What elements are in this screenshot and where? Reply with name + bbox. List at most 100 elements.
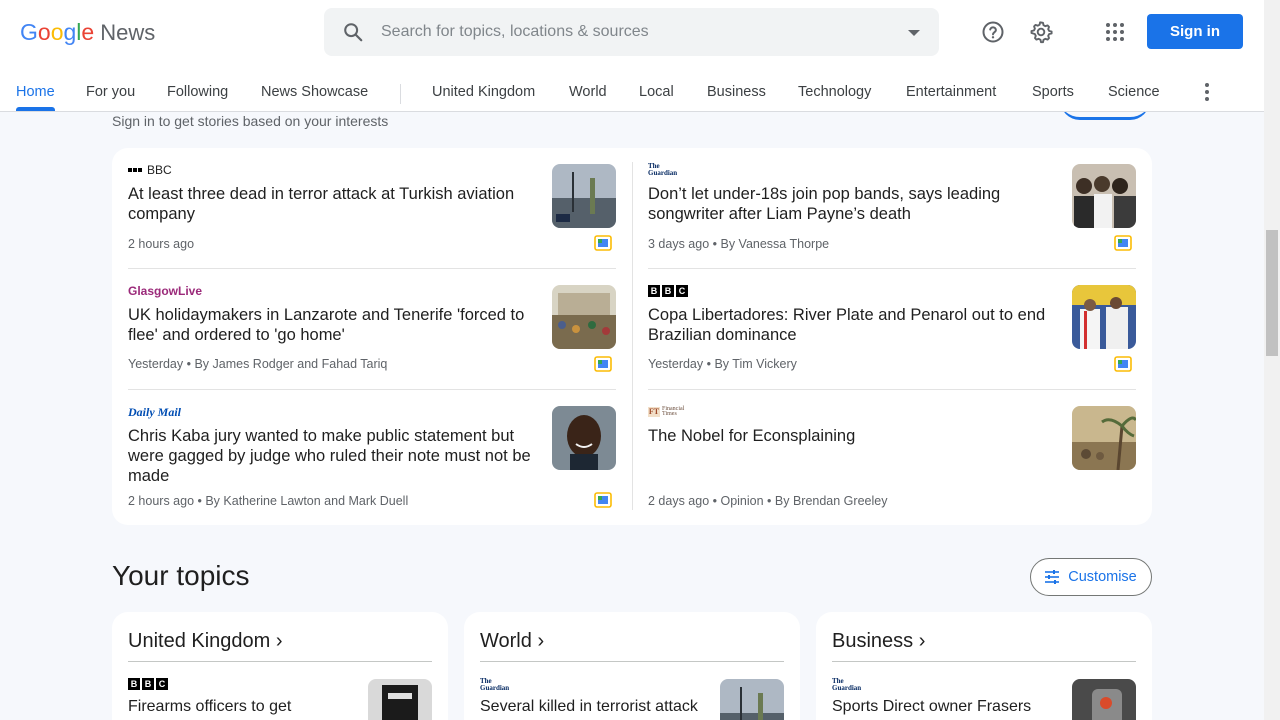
chevron-right-icon: › bbox=[275, 630, 283, 652]
apps-button[interactable] bbox=[1099, 16, 1131, 48]
logo-news-text: News bbox=[100, 20, 156, 45]
nav-divider bbox=[400, 84, 401, 104]
story-headline[interactable]: UK holidaymakers in Lanzarote and Teneri… bbox=[128, 305, 538, 345]
source-name: Daily Mail bbox=[128, 404, 181, 419]
full-coverage-icon[interactable] bbox=[594, 356, 612, 372]
tab-following[interactable]: Following bbox=[167, 84, 228, 100]
topic-card-united-kingdom: United Kingdom › BBC Firearms officers t… bbox=[112, 612, 448, 720]
story-thumbnail[interactable] bbox=[1072, 406, 1136, 470]
gear-icon bbox=[1030, 21, 1053, 44]
story-item[interactable]: Daily Mail Chris Kaba jury wanted to mak… bbox=[128, 390, 616, 525]
google-news-logo[interactable]: Google News bbox=[20, 19, 155, 47]
topic-story-thumbnail[interactable] bbox=[368, 679, 432, 720]
tab-united-kingdom[interactable]: United Kingdom bbox=[432, 84, 535, 100]
more-vert-icon[interactable] bbox=[1195, 80, 1219, 104]
full-coverage-icon[interactable] bbox=[594, 235, 612, 251]
customise-button[interactable]: Customise bbox=[1030, 558, 1152, 596]
customise-label: Customise bbox=[1068, 569, 1137, 585]
settings-button[interactable] bbox=[1025, 16, 1057, 48]
search-input[interactable] bbox=[381, 20, 881, 44]
source-logo-bbc: BBC bbox=[128, 163, 172, 177]
topic-story-headline[interactable]: Sports Direct owner Frasers bbox=[832, 698, 1062, 716]
topic-story-thumbnail[interactable] bbox=[1072, 679, 1136, 720]
story-item[interactable]: FT Financial Times The Nobel for Econspl… bbox=[648, 390, 1136, 525]
story-headline[interactable]: Copa Libertadores: River Plate and Penar… bbox=[648, 305, 1058, 345]
topic-title-text: World bbox=[480, 630, 532, 652]
story-headline[interactable]: At least three dead in terror attack at … bbox=[128, 184, 538, 224]
tab-world[interactable]: World bbox=[569, 84, 607, 100]
topic-title[interactable]: World › bbox=[480, 630, 544, 653]
search-icon[interactable] bbox=[342, 21, 364, 43]
story-thumbnail[interactable] bbox=[1072, 285, 1136, 349]
story-headline[interactable]: Don’t let under-18s join pop bands, says… bbox=[648, 184, 1058, 224]
help-icon bbox=[982, 21, 1004, 43]
source-logo-bbc: BBC bbox=[128, 678, 168, 692]
tab-for-you[interactable]: For you bbox=[86, 84, 135, 100]
tab-sports[interactable]: Sports bbox=[1032, 84, 1074, 100]
story-meta: Yesterday • By Tim Vickery bbox=[648, 357, 797, 371]
full-coverage-icon[interactable] bbox=[1114, 356, 1132, 372]
source-logo-financial-times: FT Financial Times bbox=[648, 405, 690, 419]
story-thumbnail[interactable] bbox=[1072, 164, 1136, 228]
source-logo-glasgowlive: GlasgowLive bbox=[128, 284, 202, 298]
full-coverage-icon[interactable] bbox=[1114, 235, 1132, 251]
logo-letter: o bbox=[50, 19, 64, 45]
story-item[interactable]: BBC Copa Libertadores: River Plate and P… bbox=[648, 269, 1136, 389]
bbc-logo: BBC bbox=[648, 285, 688, 297]
story-thumbnail[interactable] bbox=[552, 285, 616, 349]
topic-card-business: Business › The Guardian Sports Direct ow… bbox=[816, 612, 1152, 720]
logo-letter: g bbox=[63, 19, 77, 45]
your-topics-heading: Your topics bbox=[112, 560, 250, 591]
story-thumbnail[interactable] bbox=[552, 406, 616, 470]
tune-icon bbox=[1045, 570, 1060, 584]
topic-story-headline[interactable]: Several killed in terrorist attack bbox=[480, 698, 710, 716]
story-meta: 3 days ago • By Vanessa Thorpe bbox=[648, 237, 830, 251]
source-name: GlasgowLive bbox=[128, 284, 203, 298]
tab-technology[interactable]: Technology bbox=[798, 84, 871, 100]
story-item[interactable]: BBC At least three dead in terror attack… bbox=[128, 148, 616, 268]
column-divider bbox=[632, 162, 633, 510]
help-button[interactable] bbox=[977, 16, 1009, 48]
source-name: The Guardian bbox=[832, 677, 862, 692]
tab-science[interactable]: Science bbox=[1108, 84, 1160, 100]
sign-in-prompt: Sign in to get stories based on your int… bbox=[112, 113, 389, 129]
chevron-right-icon: › bbox=[918, 630, 926, 652]
topic-divider bbox=[832, 661, 1136, 662]
full-coverage-icon[interactable] bbox=[594, 492, 612, 508]
topic-title-text: United Kingdom bbox=[128, 630, 271, 652]
source-name: The Guardian bbox=[648, 162, 678, 177]
tab-home[interactable]: Home bbox=[16, 84, 55, 100]
active-tab-indicator bbox=[16, 107, 55, 111]
topic-card-world: World › The Guardian Several killed in t… bbox=[464, 612, 800, 720]
topic-divider bbox=[480, 661, 784, 662]
tab-local[interactable]: Local bbox=[639, 84, 674, 100]
story-meta: 2 days ago • Opinion • By Brendan Greele… bbox=[648, 494, 888, 508]
scrollbar[interactable] bbox=[1264, 0, 1280, 720]
source-name: The Guardian bbox=[480, 677, 510, 692]
story-headline[interactable]: Chris Kaba jury wanted to make public st… bbox=[128, 426, 538, 486]
section-nav: Home For you Following News Showcase Uni… bbox=[0, 72, 1264, 112]
story-meta: Yesterday • By James Rodger and Fahad Ta… bbox=[128, 357, 388, 371]
chevron-down-icon[interactable] bbox=[908, 30, 920, 36]
tab-business[interactable]: Business bbox=[707, 84, 766, 100]
topic-story-thumbnail[interactable] bbox=[720, 679, 784, 720]
tab-entertainment[interactable]: Entertainment bbox=[906, 84, 996, 100]
search-bar[interactable] bbox=[324, 8, 939, 56]
story-meta: 2 hours ago bbox=[128, 237, 195, 251]
story-headline[interactable]: The Nobel for Econsplaining bbox=[648, 426, 1058, 446]
topic-title[interactable]: Business › bbox=[832, 630, 925, 653]
logo-letter: G bbox=[20, 19, 38, 45]
source-logo-guardian: The Guardian bbox=[648, 163, 686, 177]
sign-in-button[interactable]: Sign in bbox=[1147, 14, 1243, 49]
story-item[interactable]: GlasgowLive UK holidaymakers in Lanzarot… bbox=[128, 269, 616, 389]
topic-story-headline[interactable]: Firearms officers to get bbox=[128, 698, 358, 716]
logo-letter: o bbox=[37, 19, 51, 45]
apps-grid-icon bbox=[1106, 23, 1124, 41]
topic-title[interactable]: United Kingdom › bbox=[128, 630, 283, 653]
story-thumbnail[interactable] bbox=[552, 164, 616, 228]
tab-news-showcase[interactable]: News Showcase bbox=[261, 84, 368, 100]
source-logo-daily-mail: Daily Mail bbox=[128, 405, 181, 419]
story-item[interactable]: The Guardian Don’t let under-18s join po… bbox=[648, 148, 1136, 268]
topic-title-text: Business bbox=[832, 630, 914, 652]
scrollbar-thumb[interactable] bbox=[1266, 230, 1278, 356]
